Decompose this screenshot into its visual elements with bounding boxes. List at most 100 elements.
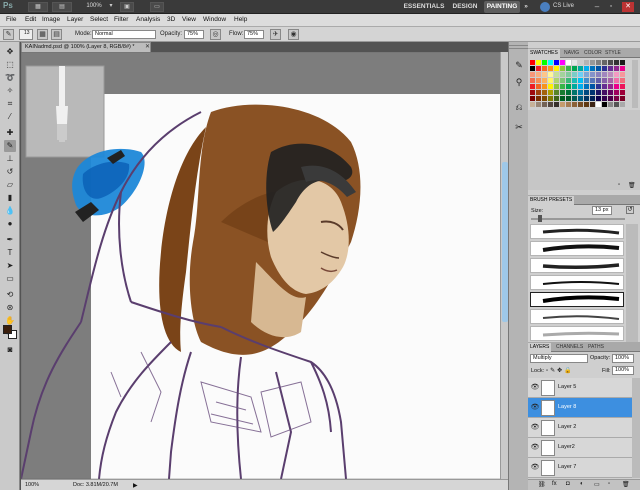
color-swatch[interactable]: [542, 66, 547, 71]
color-swatch[interactable]: [560, 60, 565, 65]
color-swatch[interactable]: [584, 66, 589, 71]
brush-preset-4[interactable]: [530, 275, 624, 290]
airbrush-icon[interactable]: ✈: [270, 29, 281, 40]
brush-tool-preset-icon[interactable]: ✎: [3, 29, 14, 40]
brush-panel-icon[interactable]: ▦: [37, 29, 48, 40]
color-swatch[interactable]: [548, 96, 553, 101]
tab-layers[interactable]: LAYERS: [528, 343, 552, 352]
cs-live-icon[interactable]: [540, 2, 550, 12]
color-swatch[interactable]: [536, 102, 541, 107]
color-swatch[interactable]: [590, 66, 595, 71]
color-swatch[interactable]: [608, 84, 613, 89]
color-swatch[interactable]: [590, 72, 595, 77]
color-swatch[interactable]: [572, 60, 577, 65]
layer-style-icon[interactable]: fx: [552, 481, 557, 487]
layer-row[interactable]: 👁 Layer 7: [528, 458, 632, 478]
color-swatch[interactable]: [602, 72, 607, 77]
color-swatch[interactable]: [542, 78, 547, 83]
color-swatch[interactable]: [614, 90, 619, 95]
quick-select-tool-icon[interactable]: ✧: [4, 85, 16, 97]
color-swatch[interactable]: [596, 102, 601, 107]
menu-3d[interactable]: 3D: [167, 16, 175, 23]
brush-preset-3[interactable]: [530, 258, 624, 273]
menu-edit[interactable]: Edit: [25, 16, 36, 23]
color-swatch[interactable]: [566, 78, 571, 83]
arrange-documents-icon[interactable]: ▣: [120, 2, 134, 12]
color-swatch[interactable]: [584, 84, 589, 89]
color-swatch[interactable]: [542, 72, 547, 77]
color-swatch[interactable]: [614, 102, 619, 107]
color-swatch[interactable]: [548, 90, 553, 95]
tab-color[interactable]: COLOR: [582, 49, 604, 58]
foreground-color-swatch[interactable]: [3, 325, 12, 334]
color-swatch[interactable]: [578, 84, 583, 89]
color-swatch[interactable]: [536, 72, 541, 77]
color-swatch[interactable]: [530, 96, 535, 101]
tab-channels[interactable]: CHANNELS: [554, 343, 585, 352]
color-swatch[interactable]: [602, 96, 607, 101]
color-swatch[interactable]: [554, 60, 559, 65]
color-swatch[interactable]: [602, 78, 607, 83]
color-swatch[interactable]: [548, 84, 553, 89]
tab-navigator[interactable]: NAVIG: [562, 49, 581, 58]
color-swatch[interactable]: [620, 72, 625, 77]
color-swatch[interactable]: [584, 90, 589, 95]
color-swatch[interactable]: [548, 60, 553, 65]
color-swatch[interactable]: [566, 96, 571, 101]
layer-mask-icon[interactable]: ◘: [566, 481, 570, 487]
color-swatch[interactable]: [602, 84, 607, 89]
maximize-icon[interactable]: ▫: [606, 2, 616, 12]
color-swatch[interactable]: [572, 66, 577, 71]
clone-source-panel-icon[interactable]: ⚲: [512, 75, 526, 89]
blend-mode-select[interactable]: Multiply: [530, 354, 588, 363]
menu-view[interactable]: View: [182, 16, 196, 23]
color-swatch[interactable]: [554, 102, 559, 107]
link-layers-icon[interactable]: ⛓: [538, 481, 546, 488]
layer-row[interactable]: 👁 Layer 2: [528, 418, 632, 438]
color-swatch[interactable]: [614, 96, 619, 101]
color-swatch[interactable]: [596, 66, 601, 71]
eraser-tool-icon[interactable]: ▱: [4, 179, 16, 191]
opacity-field[interactable]: 75%: [184, 30, 204, 39]
fill-field[interactable]: 100%: [612, 366, 634, 375]
new-group-icon[interactable]: ▭: [594, 481, 600, 488]
color-swatch[interactable]: [590, 96, 595, 101]
mini-bridge-button[interactable]: ▤: [52, 2, 72, 12]
layers-scrollbar[interactable]: [632, 378, 640, 478]
status-arrow-icon[interactable]: ▶: [133, 482, 138, 489]
color-swatch[interactable]: [566, 102, 571, 107]
workspace-more-icon[interactable]: »: [522, 1, 530, 13]
menu-image[interactable]: Image: [42, 16, 60, 23]
color-swatch[interactable]: [566, 90, 571, 95]
menu-file[interactable]: File: [6, 16, 16, 23]
color-swatch[interactable]: [590, 78, 595, 83]
color-swatch[interactable]: [542, 60, 547, 65]
bridge-button[interactable]: ▦: [28, 2, 48, 12]
color-swatch[interactable]: [530, 84, 535, 89]
adjustment-layer-icon[interactable]: ◐: [580, 481, 584, 487]
color-swatch[interactable]: [614, 78, 619, 83]
pressure-size-icon[interactable]: ◉: [288, 29, 299, 40]
status-zoom[interactable]: 100%: [25, 482, 39, 488]
brush-size-slider-handle[interactable]: [538, 215, 542, 222]
history-brush-tool-icon[interactable]: ↺: [4, 166, 16, 178]
brush-presets-scrollbar[interactable]: [626, 224, 638, 342]
color-swatch[interactable]: [530, 102, 535, 107]
color-swatch[interactable]: [572, 78, 577, 83]
color-swatch[interactable]: [554, 78, 559, 83]
color-swatch[interactable]: [590, 84, 595, 89]
color-swatch[interactable]: [584, 102, 589, 107]
menu-window[interactable]: Window: [203, 16, 226, 23]
chevron-down-icon[interactable]: ▾: [108, 2, 114, 12]
clone-source-icon[interactable]: ▤: [51, 29, 62, 40]
layer-row[interactable]: 👁 Layer2: [528, 438, 632, 458]
color-swatch[interactable]: [572, 90, 577, 95]
color-swatch[interactable]: [560, 90, 565, 95]
3d-orbit-tool-icon[interactable]: ⊛: [4, 302, 16, 314]
shape-tool-icon[interactable]: ▭: [4, 273, 16, 285]
layer-opacity-field[interactable]: 100%: [612, 354, 634, 363]
color-swatch[interactable]: [554, 84, 559, 89]
color-swatch[interactable]: [536, 66, 541, 71]
brush-picker[interactable]: 13: [19, 29, 33, 40]
canvas[interactable]: [21, 52, 508, 479]
